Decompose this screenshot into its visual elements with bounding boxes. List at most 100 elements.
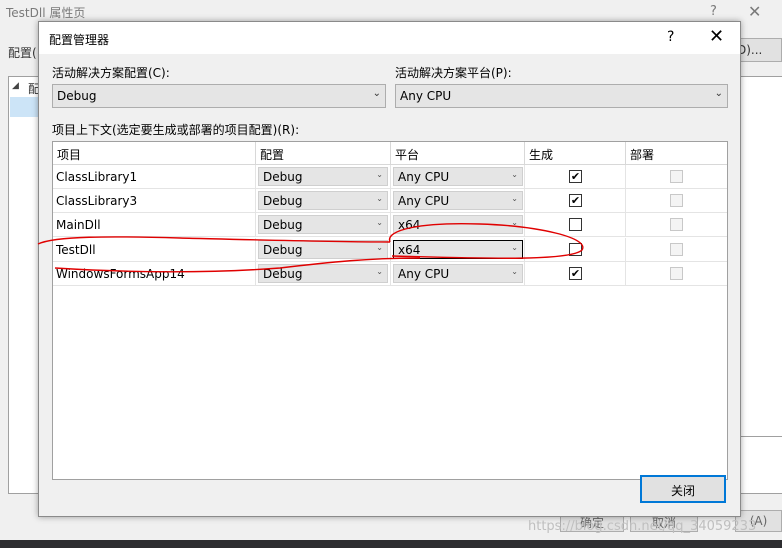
- platform-dropdown[interactable]: Any CPU ⌄: [393, 263, 523, 283]
- chevron-down-icon: ⌄: [511, 218, 518, 228]
- column-header-platform: 平台: [391, 142, 525, 164]
- platform-value: Any CPU: [398, 266, 450, 281]
- chevron-down-icon: ⌄: [714, 88, 723, 99]
- config-dropdown[interactable]: Debug ⌄: [258, 191, 388, 211]
- config-value: Debug: [263, 170, 303, 184]
- platform-cell: Any CPU ⌄: [391, 261, 525, 286]
- build-checkbox[interactable]: ✔: [569, 170, 582, 183]
- deploy-cell: [626, 165, 728, 189]
- dialog-title: 配置管理器: [49, 33, 110, 47]
- active-platform-label: 活动解决方案平台(P):: [395, 66, 512, 80]
- deploy-checkbox: [670, 170, 683, 183]
- dialog-titlebar: 配置管理器 ? ✕: [39, 22, 740, 54]
- help-icon[interactable]: ?: [667, 29, 674, 45]
- background-close-icon[interactable]: ✕: [748, 2, 761, 21]
- table-row[interactable]: ClassLibrary3 Debug ⌄ Any CPU ⌄ ✔: [53, 189, 728, 214]
- column-header-build: 生成: [525, 142, 626, 164]
- chevron-down-icon: ⌄: [511, 242, 518, 252]
- background-window-title: TestDll 属性页: [6, 6, 86, 20]
- project-name: TestDll: [53, 237, 256, 262]
- project-name: WindowsFormsApp14: [53, 261, 256, 286]
- background-help-icon[interactable]: ?: [710, 4, 717, 19]
- background-config-label: 配置(: [8, 46, 37, 60]
- column-header-project: 项目: [53, 142, 256, 164]
- active-platform-dropdown[interactable]: Any CPU ⌄: [395, 84, 728, 108]
- config-value: Debug: [263, 218, 303, 233]
- project-contexts-label: 项目上下文(选定要生成或部署的项目配置)(R):: [52, 123, 300, 137]
- chevron-down-icon: ⌄: [372, 88, 381, 99]
- build-checkbox[interactable]: [569, 242, 582, 256]
- deploy-checkbox: [670, 242, 683, 256]
- table-row[interactable]: MainDll Debug ⌄ x64 ⌄: [53, 213, 728, 238]
- background-divider: [738, 436, 782, 437]
- deploy-checkbox: [670, 218, 683, 232]
- platform-dropdown[interactable]: Any CPU ⌄: [393, 191, 523, 211]
- chevron-down-icon: ⌄: [376, 242, 383, 252]
- build-checkbox[interactable]: ✔: [569, 194, 582, 208]
- chevron-down-icon: ⌄: [511, 194, 518, 204]
- tree-expand-icon[interactable]: ◢: [12, 81, 19, 91]
- config-cell: Debug ⌄: [256, 213, 391, 238]
- table-row[interactable]: TestDll Debug ⌄ x64 ⌄: [53, 237, 728, 262]
- config-dropdown[interactable]: Debug ⌄: [258, 239, 388, 259]
- active-config-dropdown[interactable]: Debug ⌄: [52, 84, 386, 108]
- config-cell: Debug ⌄: [256, 165, 391, 189]
- chevron-down-icon: ⌄: [511, 170, 518, 179]
- config-value: Debug: [263, 194, 303, 209]
- close-icon[interactable]: ✕: [709, 26, 724, 47]
- watermark: https://blog.csdn.net/qq_34059233: [528, 519, 757, 534]
- active-config-label: 活动解决方案配置(C):: [52, 66, 170, 80]
- project-contexts-grid: 项目 配置 平台 生成 部署 ClassLibrary1 Debug ⌄ Any…: [52, 141, 728, 480]
- platform-value: Any CPU: [398, 194, 450, 209]
- config-dropdown[interactable]: Debug ⌄: [258, 263, 388, 283]
- chevron-down-icon: ⌄: [376, 218, 383, 228]
- build-cell: ✔: [525, 165, 626, 189]
- project-name: ClassLibrary3: [53, 189, 256, 214]
- platform-value: x64: [398, 242, 421, 257]
- column-header-config: 配置: [256, 142, 391, 164]
- chevron-down-icon: ⌄: [376, 266, 383, 276]
- config-dropdown[interactable]: Debug ⌄: [258, 167, 388, 186]
- chevron-down-icon: ⌄: [511, 266, 518, 276]
- build-cell: [525, 213, 626, 238]
- platform-cell: Any CPU ⌄: [391, 189, 525, 214]
- status-bar: [0, 540, 782, 548]
- table-row[interactable]: WindowsFormsApp14 Debug ⌄ Any CPU ⌄ ✔: [53, 261, 728, 286]
- project-name: MainDll: [53, 213, 256, 238]
- deploy-cell: [626, 189, 728, 213]
- config-dropdown[interactable]: Debug ⌄: [258, 215, 388, 235]
- platform-dropdown[interactable]: x64 ⌄: [393, 215, 523, 235]
- platform-cell: Any CPU ⌄: [391, 165, 525, 189]
- deploy-checkbox: [670, 194, 683, 208]
- deploy-cell: [626, 262, 728, 286]
- build-cell: [525, 237, 626, 262]
- platform-dropdown[interactable]: Any CPU ⌄: [393, 167, 523, 186]
- deploy-cell: [626, 213, 728, 237]
- build-cell: ✔: [525, 261, 626, 286]
- chevron-down-icon: ⌄: [376, 170, 383, 179]
- deploy-checkbox: [670, 266, 683, 280]
- build-checkbox[interactable]: [569, 218, 582, 232]
- close-button[interactable]: 关闭: [640, 475, 726, 503]
- platform-value: Any CPU: [398, 170, 450, 184]
- active-platform-value: Any CPU: [400, 89, 452, 103]
- project-name: ClassLibrary1: [53, 165, 256, 189]
- chevron-down-icon: ⌄: [376, 194, 383, 204]
- config-cell: Debug ⌄: [256, 189, 391, 214]
- config-value: Debug: [263, 266, 303, 281]
- grid-header: 项目 配置 平台 生成 部署: [53, 142, 727, 165]
- build-checkbox[interactable]: ✔: [569, 266, 582, 280]
- active-config-value: Debug: [57, 89, 97, 103]
- table-row[interactable]: ClassLibrary1 Debug ⌄ Any CPU ⌄ ✔: [53, 165, 727, 189]
- platform-cell: x64 ⌄: [391, 237, 525, 262]
- deploy-cell: [626, 238, 728, 262]
- platform-cell: x64 ⌄: [391, 213, 525, 238]
- configuration-manager-dialog: 配置管理器 ? ✕ 活动解决方案配置(C): Debug ⌄ 活动解决方案平台(…: [38, 21, 741, 517]
- platform-value: x64: [398, 218, 421, 233]
- column-header-deploy: 部署: [630, 148, 655, 162]
- build-cell: ✔: [525, 189, 626, 214]
- background-properties-panel: [738, 76, 782, 494]
- config-cell: Debug ⌄: [256, 237, 391, 262]
- platform-dropdown[interactable]: x64 ⌄: [393, 239, 523, 259]
- config-cell: Debug ⌄: [256, 261, 391, 286]
